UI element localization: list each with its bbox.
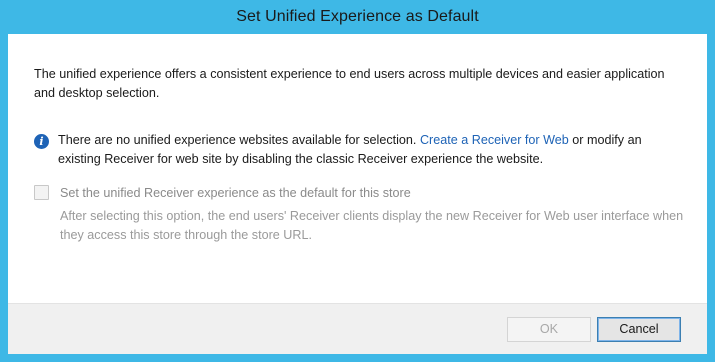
set-default-checkbox-label: Set the unified Receiver experience as t… [60,186,411,200]
info-message: i There are no unified experience websit… [34,131,684,169]
button-bar: OK Cancel [8,303,707,354]
set-default-option-description: After selecting this option, the end use… [60,209,684,242]
ok-button[interactable]: OK [507,317,591,342]
info-text-before-link: There are no unified experience websites… [58,133,420,147]
info-text: There are no unified experience websites… [58,131,684,169]
dialog-title: Set Unified Experience as Default [236,8,479,25]
intro-text: The unified experience offers a consiste… [34,67,665,100]
default-store-option: Set the unified Receiver experience as t… [34,184,684,245]
dialog-window: Set Unified Experience as Default The un… [0,0,715,362]
cancel-button[interactable]: Cancel [597,317,681,342]
create-receiver-for-web-link[interactable]: Create a Receiver for Web [420,133,569,147]
set-default-checkbox[interactable] [34,185,49,200]
info-icon: i [34,134,49,149]
dialog-content: The unified experience offers a consiste… [8,34,707,354]
title-bar[interactable]: Set Unified Experience as Default [0,0,715,34]
